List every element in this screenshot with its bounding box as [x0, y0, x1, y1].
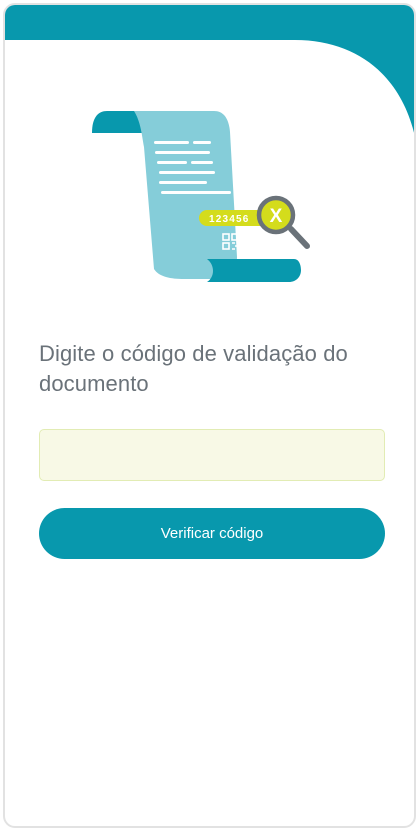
- x-badge-icon: X: [270, 206, 283, 227]
- code-number-text: 123456: [209, 214, 250, 225]
- page-title: Digite o código de validação do document…: [39, 341, 348, 396]
- verify-code-button[interactable]: Verificar código: [39, 508, 385, 559]
- validation-code-input[interactable]: [39, 429, 385, 481]
- validation-card: 123456 X Digite o código de validação do…: [3, 3, 416, 828]
- magnifier-icon: X: [256, 195, 310, 249]
- document-validation-illustration: 123456 X: [92, 111, 310, 282]
- app-frame: 123456 X Digite o código de validação do…: [0, 0, 419, 831]
